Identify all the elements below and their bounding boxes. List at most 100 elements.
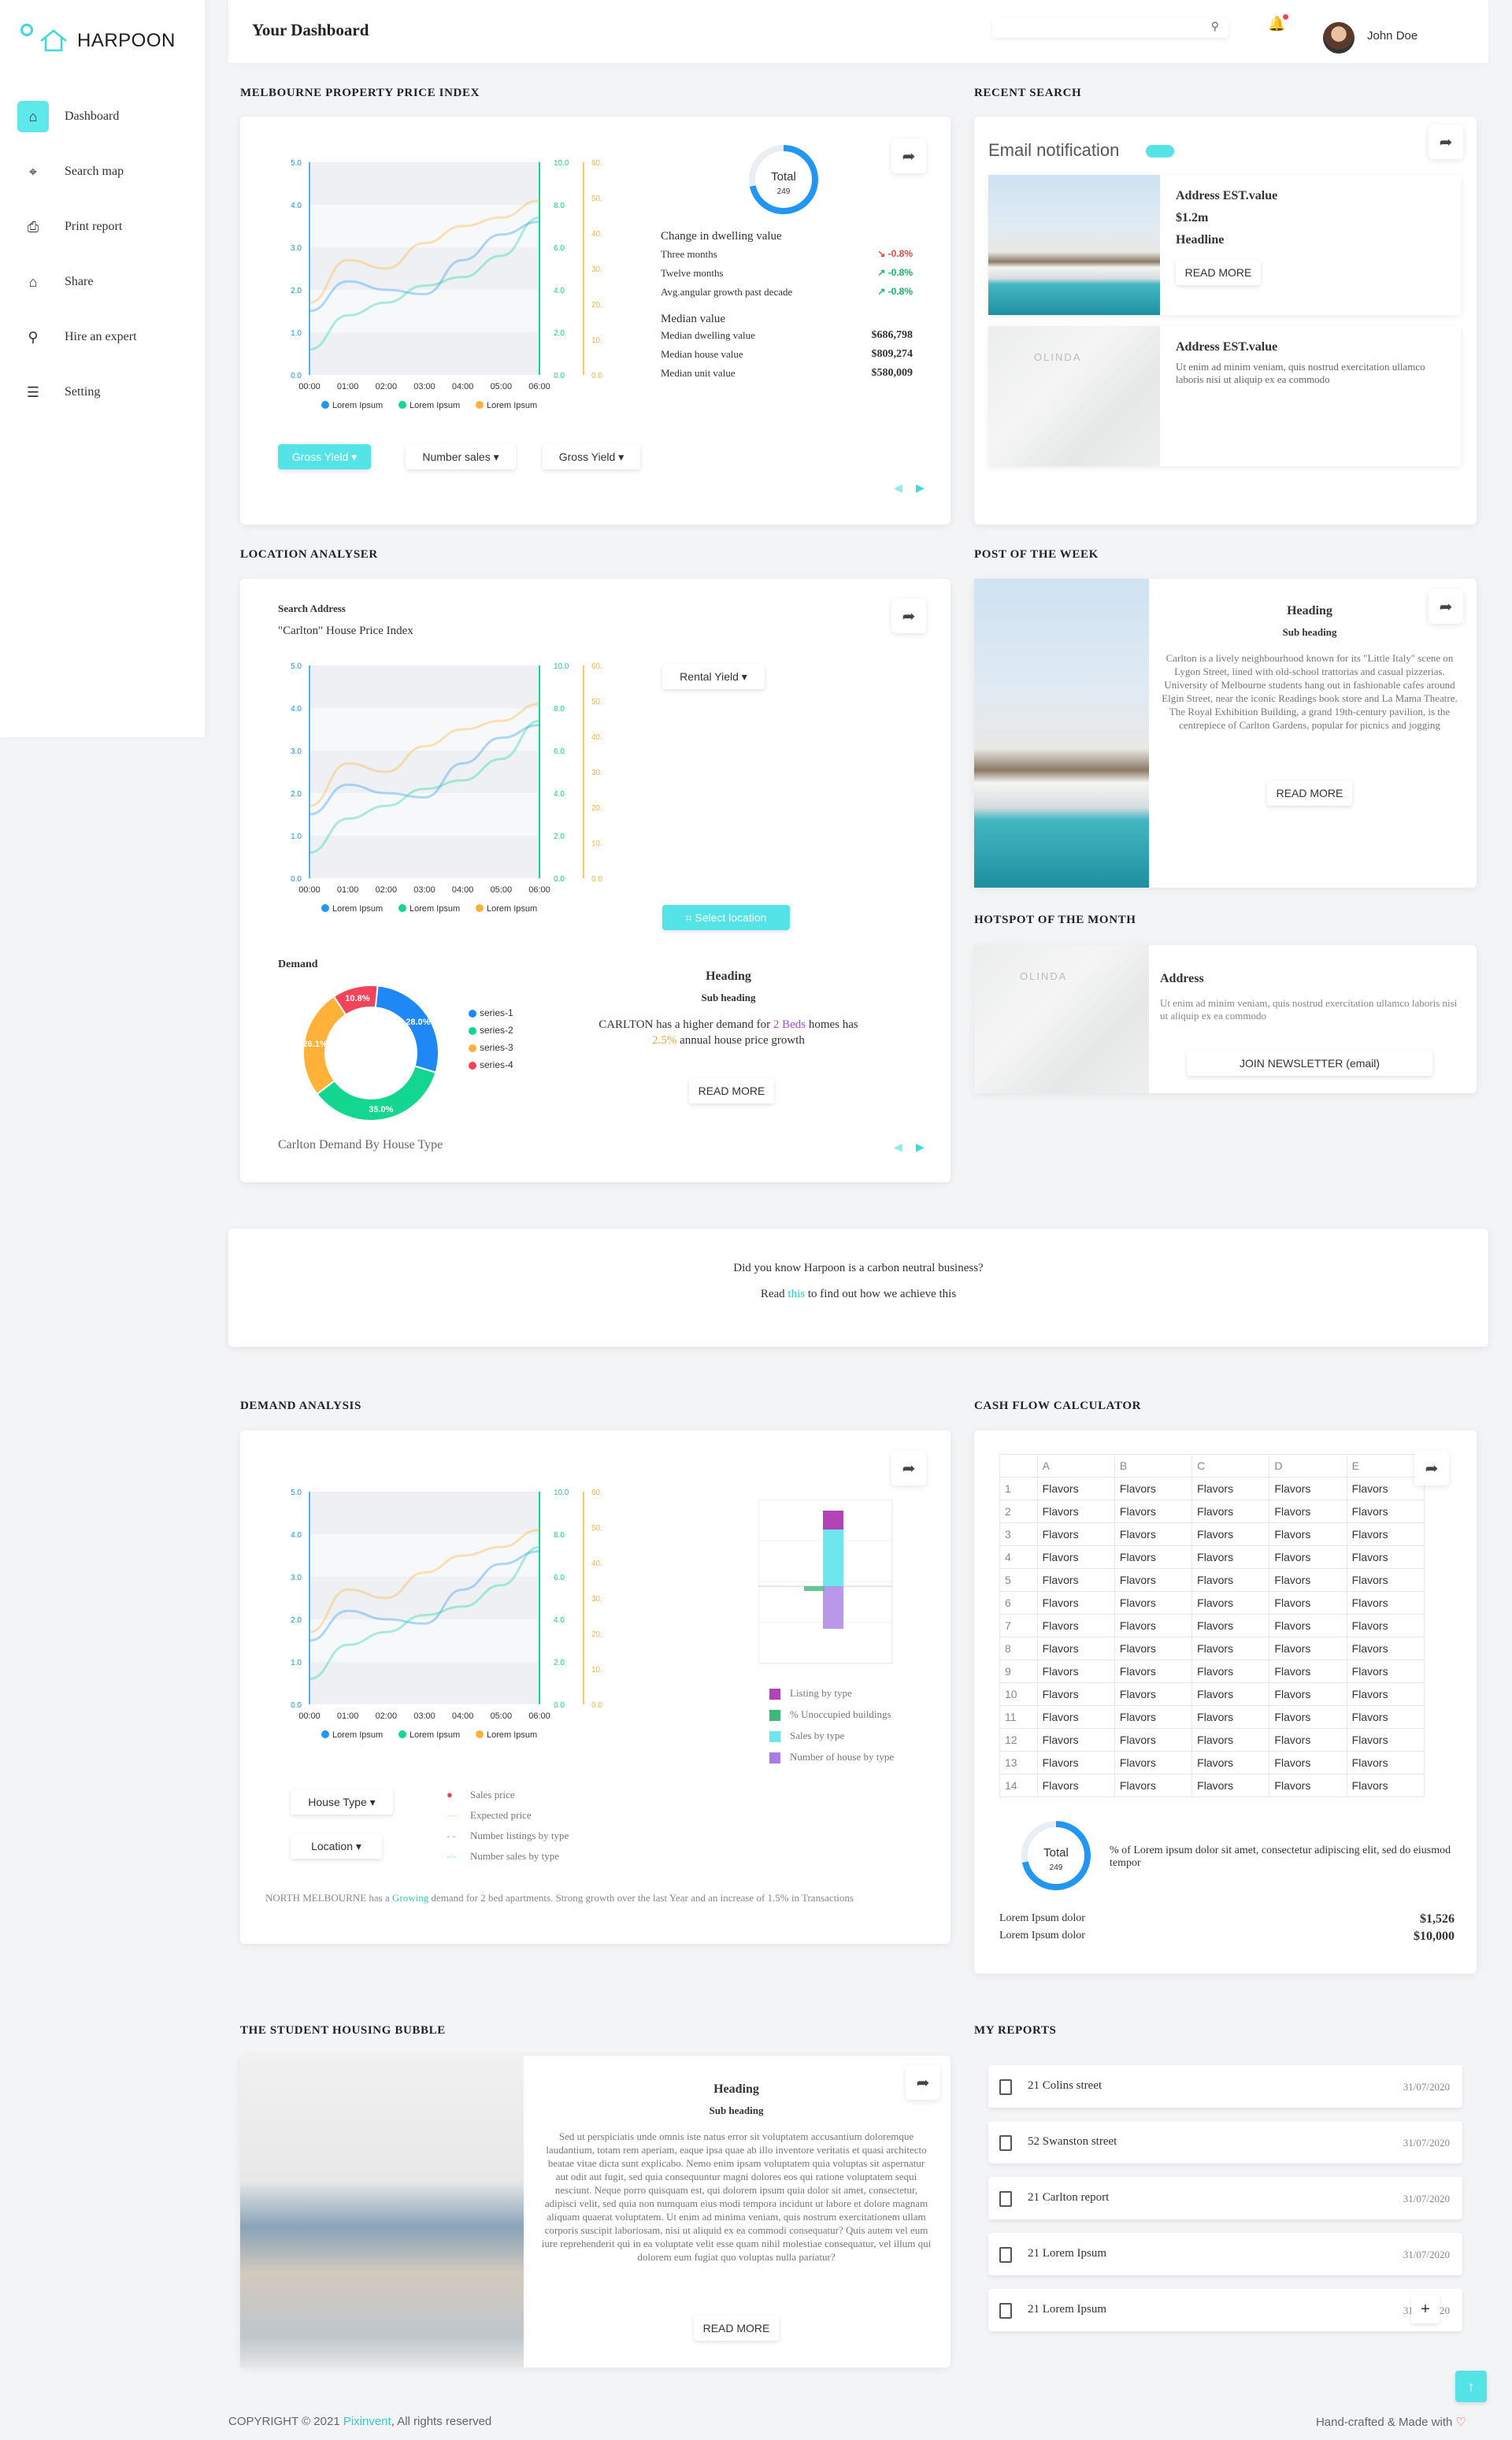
table-cell[interactable]: Flavors xyxy=(1036,1614,1115,1637)
table-cell[interactable]: Flavors xyxy=(1269,1637,1347,1660)
table-cell[interactable]: Flavors xyxy=(1036,1568,1115,1592)
table-cell[interactable]: Flavors xyxy=(1036,1522,1115,1546)
report-row[interactable]: 21 Colins street 31/07/2020 xyxy=(988,2065,1462,2108)
gross-yield-dropdown-2[interactable]: Gross Yield ▾ xyxy=(543,444,640,469)
recent-result-2[interactable]: OLINDA Address EST.value Ut enim ad mini… xyxy=(988,326,1461,466)
table-cell[interactable]: Flavors xyxy=(1346,1591,1425,1615)
add-report-button[interactable]: + xyxy=(1411,2295,1440,2323)
table-cell[interactable]: Flavors xyxy=(1346,1637,1425,1660)
rental-yield-dropdown[interactable]: Rental Yield ▾ xyxy=(662,664,765,689)
table-cell[interactable]: Flavors xyxy=(1036,1591,1115,1615)
report-row[interactable]: 21 Lorem Ipsum31/07/2020 xyxy=(988,2233,1462,2275)
table-cell[interactable]: Flavors xyxy=(1269,1591,1347,1615)
share-icon[interactable]: ➦ xyxy=(891,139,926,173)
table-cell[interactable]: Flavors xyxy=(1191,1591,1270,1615)
table-cell[interactable]: Flavors xyxy=(1191,1522,1270,1546)
table-cell[interactable]: Flavors xyxy=(1114,1774,1193,1797)
table-cell[interactable]: Flavors xyxy=(1191,1751,1270,1774)
notification-bell-icon[interactable]: 🔔 xyxy=(1268,14,1289,32)
sidebar-item-hire-expert[interactable]: ⚲ Hire an expert xyxy=(17,320,198,354)
read-more-button[interactable]: READ MORE xyxy=(689,1078,774,1103)
email-notification-toggle[interactable] xyxy=(1146,145,1174,158)
table-cell[interactable]: Flavors xyxy=(1036,1751,1115,1774)
next-arrow-icon[interactable]: ▶ xyxy=(916,1141,925,1155)
table-cell[interactable]: Flavors xyxy=(1114,1522,1193,1546)
avatar[interactable] xyxy=(1323,22,1354,54)
share-icon[interactable]: ➦ xyxy=(1429,124,1463,159)
table-cell[interactable]: Flavors xyxy=(1269,1682,1347,1706)
footer-brand-link[interactable]: Pixinvent xyxy=(343,2415,391,2428)
join-newsletter-button[interactable]: JOIN NEWSLETTER (email) xyxy=(1187,1051,1432,1076)
table-cell[interactable]: Flavors xyxy=(1346,1522,1425,1546)
table-cell[interactable]: Flavors xyxy=(1114,1568,1193,1592)
share-icon[interactable]: ➦ xyxy=(891,599,926,633)
share-icon[interactable]: ➦ xyxy=(891,1451,926,1485)
table-cell[interactable]: Flavors xyxy=(1114,1682,1193,1706)
search-input[interactable]: ⚲ xyxy=(992,17,1228,38)
table-cell[interactable]: Flavors xyxy=(1191,1500,1270,1523)
table-cell[interactable]: Flavors xyxy=(1114,1477,1193,1500)
recent-result-1[interactable]: Address EST.value $1.2m Headline READ MO… xyxy=(988,175,1461,315)
banner-link[interactable]: this xyxy=(788,1288,805,1300)
table-cell[interactable]: Flavors xyxy=(1036,1774,1115,1797)
table-cell[interactable]: Flavors xyxy=(1269,1568,1347,1592)
table-cell[interactable]: Flavors xyxy=(1036,1545,1115,1569)
table-cell[interactable]: Flavors xyxy=(1114,1500,1193,1523)
table-cell[interactable]: Flavors xyxy=(1114,1545,1193,1569)
table-cell[interactable]: Flavors xyxy=(1346,1751,1425,1774)
table-cell[interactable]: Flavors xyxy=(1036,1705,1115,1729)
table-cell[interactable]: Flavors xyxy=(1191,1614,1270,1637)
next-arrow-icon[interactable]: ▶ xyxy=(916,482,925,495)
table-cell[interactable]: Flavors xyxy=(1346,1705,1425,1729)
sidebar-item-dashboard[interactable]: ⌂ Dashboard xyxy=(17,99,198,134)
table-cell[interactable]: Flavors xyxy=(1346,1728,1425,1752)
sidebar-item-share[interactable]: ⌂ Share xyxy=(17,265,198,299)
report-row[interactable]: 21 Lorem Ipsum31/07/2020 xyxy=(988,2289,1462,2331)
report-row[interactable]: 21 Carlton report 31/07/2020 xyxy=(988,2177,1462,2219)
table-cell[interactable]: Flavors xyxy=(1191,1568,1270,1592)
table-cell[interactable]: Flavors xyxy=(1191,1637,1270,1660)
table-cell[interactable]: Flavors xyxy=(1191,1705,1270,1729)
number-sales-dropdown[interactable]: Number sales ▾ xyxy=(406,444,516,469)
report-row[interactable]: 52 Swanston street 31/07/2020 xyxy=(988,2121,1462,2164)
table-cell[interactable]: Flavors xyxy=(1191,1659,1270,1683)
table-cell[interactable]: Flavors xyxy=(1191,1774,1270,1797)
share-icon[interactable]: ➦ xyxy=(1429,589,1463,624)
house-type-dropdown[interactable]: House Type ▾ xyxy=(291,1789,393,1815)
prev-arrow-icon[interactable]: ◀ xyxy=(894,1141,902,1155)
table-cell[interactable]: Flavors xyxy=(1191,1728,1270,1752)
table-cell[interactable]: Flavors xyxy=(1114,1591,1193,1615)
table-cell[interactable]: Flavors xyxy=(1036,1637,1115,1660)
prev-arrow-icon[interactable]: ◀ xyxy=(894,482,902,495)
table-cell[interactable]: Flavors xyxy=(1114,1659,1193,1683)
table-cell[interactable]: Flavors xyxy=(1269,1500,1347,1523)
sidebar-item-search-map[interactable]: ⌖ Search map xyxy=(17,154,198,189)
sidebar-item-setting[interactable]: ☰ Setting xyxy=(17,375,198,410)
table-cell[interactable]: Flavors xyxy=(1346,1568,1425,1592)
table-cell[interactable]: Flavors xyxy=(1191,1545,1270,1569)
gross-yield-dropdown[interactable]: Gross Yield ▾ xyxy=(278,444,371,469)
user-name[interactable]: John Doe xyxy=(1367,29,1418,43)
location-dropdown[interactable]: Location ▾ xyxy=(291,1834,382,1859)
table-cell[interactable]: Flavors xyxy=(1269,1545,1347,1569)
table-cell[interactable]: Flavors xyxy=(1036,1477,1115,1500)
table-cell[interactable]: Flavors xyxy=(1346,1500,1425,1523)
read-more-button[interactable]: READ MORE xyxy=(1176,260,1261,285)
table-cell[interactable]: Flavors xyxy=(1346,1659,1425,1683)
table-cell[interactable]: Flavors xyxy=(1191,1477,1270,1500)
table-cell[interactable]: Flavors xyxy=(1269,1705,1347,1729)
table-cell[interactable]: Flavors xyxy=(1269,1774,1347,1797)
table-cell[interactable]: Flavors xyxy=(1269,1522,1347,1546)
share-icon[interactable]: ➦ xyxy=(1414,1451,1449,1485)
table-cell[interactable]: Flavors xyxy=(1346,1545,1425,1569)
table-cell[interactable]: Flavors xyxy=(1346,1774,1425,1797)
share-icon[interactable]: ➦ xyxy=(906,2065,940,2100)
table-cell[interactable]: Flavors xyxy=(1269,1477,1347,1500)
read-more-button[interactable]: READ MORE xyxy=(1267,781,1352,806)
table-cell[interactable]: Flavors xyxy=(1346,1682,1425,1706)
table-cell[interactable]: Flavors xyxy=(1036,1728,1115,1752)
read-more-button[interactable]: READ MORE xyxy=(694,2316,779,2341)
table-cell[interactable]: Flavors xyxy=(1269,1728,1347,1752)
table-cell[interactable]: Flavors xyxy=(1036,1659,1115,1683)
table-cell[interactable]: Flavors xyxy=(1114,1705,1193,1729)
